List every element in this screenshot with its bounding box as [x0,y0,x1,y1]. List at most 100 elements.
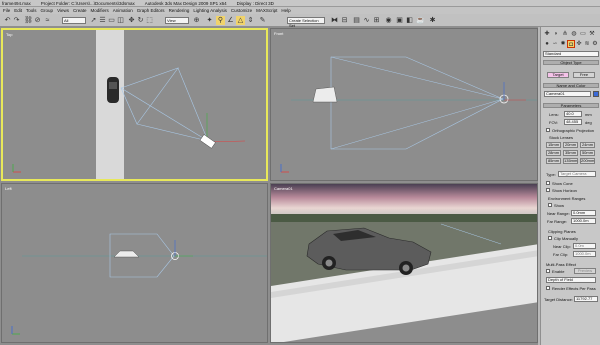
display-mode: Display : Direct 3D [236,0,274,6]
reference-coordinate-dropdown[interactable]: View [165,17,189,24]
schematic-view-icon[interactable]: ⊞ [372,16,381,25]
snap-toggle-icon[interactable]: ⚲ [216,16,225,25]
near-range-field[interactable]: 0.0mm [571,210,596,216]
render-iterative-icon[interactable]: ✱ [428,16,437,25]
orthographic-checkbox[interactable] [546,128,550,132]
lens-24mm-button[interactable]: 24mm [580,142,595,148]
clip-manually-checkbox[interactable] [548,236,552,240]
lens-85mm-button[interactable]: 85mm [546,158,561,164]
hierarchy-tab-icon[interactable]: ⋔ [561,30,569,38]
render-setup-icon[interactable]: ▣ [395,16,404,25]
named-selection-sets-dropdown[interactable]: Create Selection Set [287,17,325,28]
unlink-icon[interactable]: ⊘ [33,16,42,25]
select-by-name-icon[interactable]: ☰ [98,16,107,25]
show-cone-checkbox[interactable] [546,181,550,185]
menu-help[interactable]: Help [281,8,290,13]
object-color-swatch[interactable] [593,91,599,97]
lights-icon[interactable]: ✸ [559,40,567,48]
menu-edit[interactable]: Edit [14,8,22,13]
bind-space-warp-icon[interactable]: ≈ [43,16,52,25]
lens-200mm-button[interactable]: 200mm [580,158,595,164]
menu-tools[interactable]: Tools [26,8,37,13]
camera-name-field[interactable]: Camera01 [544,91,591,97]
modify-tab-icon[interactable]: ◗ [552,30,560,38]
systems-icon[interactable]: ⚙ [591,40,599,48]
render-effects-checkbox[interactable] [546,286,550,290]
viewport-top[interactable]: Top [1,28,268,181]
viewport-camera[interactable]: Camera01 [270,183,538,343]
render-production-icon[interactable]: ☕ [416,16,425,25]
show-horizon-checkbox[interactable] [546,188,550,192]
cameras-icon[interactable]: ◘ [567,40,575,48]
fov-field[interactable]: 48.455 [564,119,582,125]
pivot-center-icon[interactable]: ⊕ [192,16,201,25]
far-range-field[interactable]: 1000.0m [571,218,596,224]
multipass-enable-checkbox[interactable] [546,269,550,273]
window-crossing-icon[interactable]: ◫ [116,16,125,25]
lens-20mm-button[interactable]: 20mm [563,142,578,148]
preview-button[interactable]: Preview [574,268,596,274]
rotate-icon[interactable]: ↻ [136,16,145,25]
lens-15mm-button[interactable]: 15mm [546,142,561,148]
menu-views[interactable]: Views [57,8,69,13]
menu-group[interactable]: Group [41,8,54,13]
select-object-icon[interactable]: ➚ [89,16,98,25]
orthographic-label: Orthographic Projection [552,128,595,133]
create-tab-icon[interactable]: ✚ [543,30,551,38]
display-tab-icon[interactable]: ▭ [579,30,587,38]
target-camera-button[interactable]: Target [547,72,569,78]
env-show-checkbox[interactable] [548,203,552,207]
lens-28mm-button[interactable]: 28mm [546,150,561,156]
menu-modifiers[interactable]: Modifiers [91,8,109,13]
motion-tab-icon[interactable]: ◍ [570,30,578,38]
rendered-frame-window-icon[interactable]: ◧ [405,16,414,25]
category-dropdown[interactable]: Standard [543,51,599,57]
spinner-snap-icon[interactable]: ⇕ [246,16,255,25]
region-select-icon[interactable]: ▭ [107,16,116,25]
far-clip-field[interactable]: 1000.0m [573,251,596,257]
angle-snap-icon[interactable]: ∠ [226,16,235,25]
align-icon[interactable]: ⊟ [340,16,349,25]
viewport-front[interactable]: Front [270,28,538,181]
utilities-tab-icon[interactable]: ⚒ [588,30,596,38]
lens-135mm-button[interactable]: 135mm [563,158,578,164]
viewport-label[interactable]: Camera01 [274,186,293,191]
layer-manager-icon[interactable]: ▤ [352,16,361,25]
free-camera-button[interactable]: Free [573,72,595,78]
viewport-left[interactable]: Left [1,183,268,343]
target-distance-field[interactable]: 11792.77 [574,296,598,302]
menu-customize[interactable]: Customize [231,8,252,13]
select-manipulate-icon[interactable]: ✦ [205,16,214,25]
object-type-rollout[interactable]: Object Type [543,60,599,65]
geometry-icon[interactable]: ● [543,40,551,48]
lens-35mm-button[interactable]: 35mm [563,150,578,156]
menu-lighting-analysis[interactable]: Lighting Analysis [193,8,227,13]
mirror-icon[interactable]: ⧓ [330,16,339,25]
helpers-icon[interactable]: ✜ [575,40,583,48]
menu-maxscript[interactable]: MAXScript [256,8,277,13]
menu-create[interactable]: Create [73,8,87,13]
name-color-rollout[interactable]: Name and Color [543,83,599,88]
camera-type-dropdown[interactable]: Target Camera [558,171,596,177]
move-icon[interactable]: ✥ [127,16,136,25]
link-icon[interactable]: ⛓ [24,16,33,25]
redo-icon[interactable]: ↷ [12,16,21,25]
parameters-rollout[interactable]: Parameters [543,103,599,108]
shapes-icon[interactable]: ∽ [551,40,559,48]
near-clip-field[interactable]: 0.0m [573,243,596,249]
lens-field[interactable]: 40.0 [564,111,582,117]
menu-graph-editors[interactable]: Graph Editors [137,8,165,13]
lens-50mm-button[interactable]: 50mm [580,150,595,156]
curve-editor-icon[interactable]: ∿ [362,16,371,25]
selection-filter-dropdown[interactable]: All [62,17,86,24]
menu-file[interactable]: File [3,8,10,13]
edit-named-selection-icon[interactable]: ✎ [258,16,267,25]
percent-snap-icon[interactable]: △ [236,16,245,25]
multipass-effect-dropdown[interactable]: Depth of Field [546,277,596,283]
menu-animation[interactable]: Animation [113,8,133,13]
material-editor-icon[interactable]: ◉ [384,16,393,25]
scale-icon[interactable]: ⬚ [145,16,154,25]
space-warps-icon[interactable]: ≋ [583,40,591,48]
menu-rendering[interactable]: Rendering [169,8,190,13]
undo-icon[interactable]: ↶ [3,16,12,25]
